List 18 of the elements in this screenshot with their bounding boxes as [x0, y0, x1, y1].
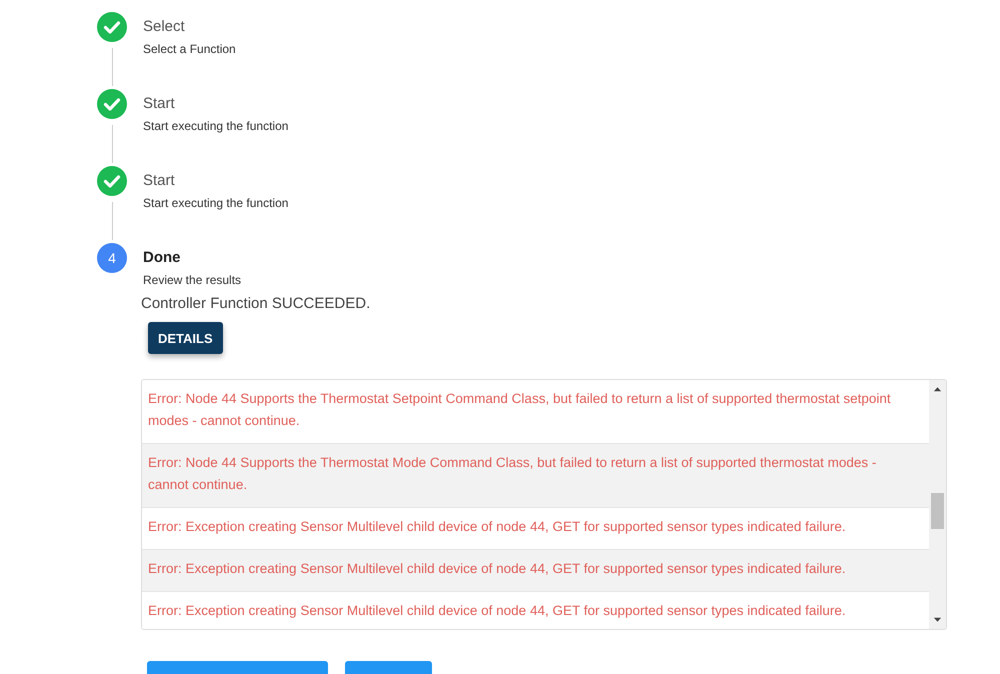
step-title: Start — [143, 171, 176, 191]
scrollbar[interactable] — [929, 380, 946, 629]
scroll-up-icon[interactable] — [933, 386, 942, 392]
details-button[interactable]: DETAILS — [148, 322, 223, 354]
step-title: Start — [143, 94, 176, 114]
step-subtitle: Review the results — [143, 273, 242, 287]
error-message-row: Error: Exception creating Sensor Multilevel child device of node 44, GET for supported sensor types indicated failure. — [142, 550, 929, 592]
error-message-row: Error: Node 44 Supports the Thermostat Mode Command Class, but failed to return a list of supported thermostat modes - cannot continue. — [142, 444, 929, 508]
scroll-down-icon[interactable] — [933, 617, 942, 623]
step-subtitle: Select a Function — [143, 42, 236, 56]
step-subtitle: Start executing the function — [143, 119, 288, 133]
error-message-row: Error: Node 44 Supports the Thermostat Setpoint Command Class, but failed to return a list of supported thermostat setpoint modes - cannot continue. — [142, 380, 929, 444]
step-subtitle: Start executing the function — [143, 196, 288, 210]
result-message: Controller Function SUCCEEDED. — [141, 295, 372, 312]
step-number: 4 — [97, 243, 127, 273]
scroll-thumb[interactable] — [931, 493, 944, 529]
step-title: Select — [143, 17, 186, 37]
step-title: Done — [143, 248, 182, 268]
